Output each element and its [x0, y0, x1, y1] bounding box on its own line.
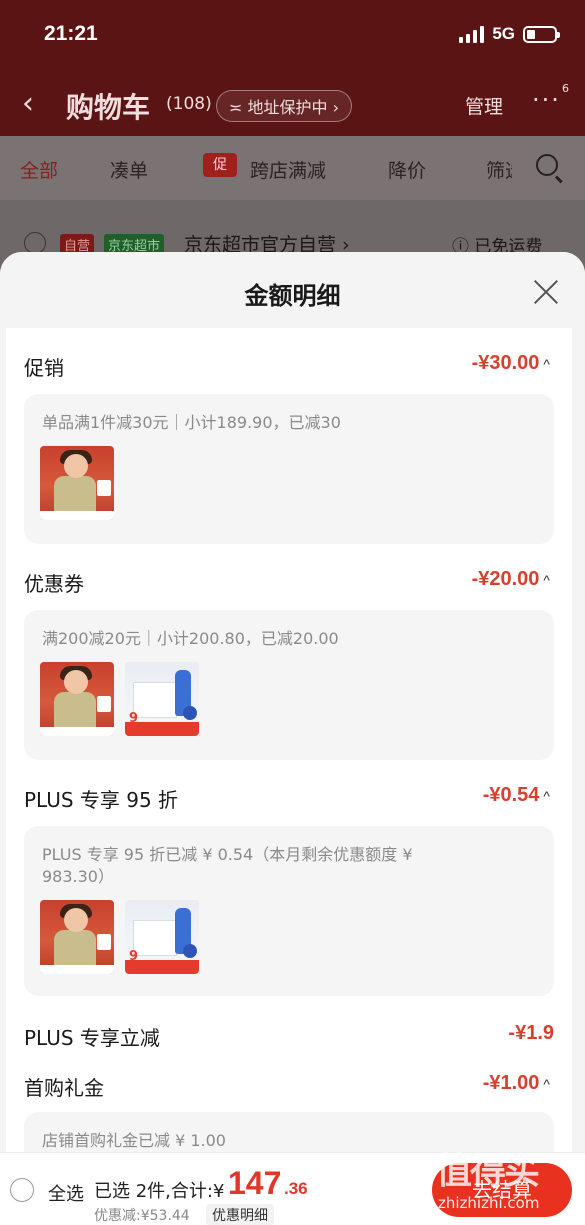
coupon-card: 满200减20元｜小计200.80，已减20.00 9 — [24, 610, 554, 760]
network-label: 5G — [492, 24, 515, 43]
search-icon[interactable] — [536, 154, 558, 176]
store-select-radio[interactable] — [24, 232, 46, 254]
page-title: 购物车 — [66, 91, 151, 124]
discount-detail-button[interactable]: 优惠明细 — [206, 1204, 274, 1225]
product-thumbnail-kids-jacket[interactable] — [40, 662, 114, 736]
clock: 21:21 — [44, 22, 98, 45]
section-title-plus-instant: PLUS 专享立减 — [24, 1026, 160, 1050]
promotion-card: 单品满1件减30元｜小计189.90，已减30 — [24, 394, 554, 544]
product-thumbnail-kids-jacket[interactable] — [40, 900, 114, 974]
product-thumbnail-kids-jacket[interactable] — [40, 446, 114, 520]
product-thumbnail-water[interactable]: 9 — [125, 900, 199, 974]
select-all-radio[interactable] — [10, 1178, 34, 1202]
tab-bundle[interactable]: 凑单 — [110, 156, 148, 183]
section-amount-plus-discount[interactable]: -¥0.54 ^ — [483, 784, 550, 807]
sheet-title: 金额明细 — [244, 282, 341, 310]
section-amount-plus-instant: -¥1.9 — [508, 1022, 554, 1044]
watermark-domain: zhizhizhi.com — [438, 1194, 540, 1212]
section-amount-first-purchase[interactable]: -¥1.00 ^ — [483, 1072, 550, 1095]
amount-text: -¥1.00 — [482, 1072, 540, 1094]
tab-all[interactable]: 全部 — [20, 156, 58, 183]
chevron-up-icon: ^ — [543, 788, 550, 804]
battery-icon — [523, 25, 560, 43]
plus-discount-desc: PLUS 专享 95 折已减 ¥ 0.54（本月剩余优惠额度 ¥ 983.30） — [42, 845, 413, 886]
status-icons: 5G — [459, 24, 560, 44]
address-protection-button[interactable]: ≍ 地址保护中 › — [216, 90, 352, 122]
amount-detail-sheet: 金额明细 促销 -¥30.00 ^ 单品满1件减30元｜小计189.90，已减30… — [0, 252, 585, 1225]
watermark: 值得买 zhizhizhi.com — [436, 1140, 576, 1220]
sheet-header: 金额明细 — [0, 252, 585, 328]
status-bar: 21:21 5G — [0, 0, 585, 72]
total-price-integer: 147 — [228, 1165, 282, 1201]
amount-text: -¥20.00 — [471, 568, 540, 590]
tab-filter[interactable]: 筛选 — [486, 156, 512, 183]
more-icon[interactable]: ··· — [532, 86, 561, 114]
plus-discount-card: PLUS 专享 95 折已减 ¥ 0.54（本月剩余优惠额度 ¥ 983.30）… — [24, 826, 554, 996]
sheet-content: 促销 -¥30.00 ^ 单品满1件减30元｜小计189.90，已减30 优惠券 … — [6, 328, 572, 1192]
cart-count: (108) — [166, 94, 212, 114]
select-all-label[interactable]: 全选 — [48, 1180, 84, 1206]
chevron-up-icon: ^ — [543, 356, 550, 372]
chevron-up-icon: ^ — [543, 1076, 550, 1092]
tab-cross-store[interactable]: 跨店满减 — [250, 156, 326, 183]
back-button[interactable]: ‹ — [22, 86, 34, 121]
manage-button[interactable]: 管理 — [465, 92, 503, 119]
total-price-decimal: .36 — [284, 1179, 308, 1198]
signal-icon — [459, 25, 485, 43]
promo-tag: 促 — [203, 153, 237, 177]
section-title-plus-discount[interactable]: PLUS 专享 95 折 — [24, 784, 178, 813]
promotion-desc: 单品满1件减30元｜小计189.90，已减30 — [42, 413, 341, 432]
amount-text: -¥30.00 — [471, 352, 540, 374]
notification-badge: 6 — [562, 82, 569, 95]
section-amount-promotion[interactable]: -¥30.00 ^ — [472, 352, 550, 375]
section-title-coupon[interactable]: 优惠券 — [24, 568, 84, 597]
close-icon[interactable] — [530, 276, 562, 308]
selected-summary: 已选 2件,合计:¥ — [94, 1181, 225, 1202]
section-title-promotion[interactable]: 促销 — [24, 352, 64, 381]
amount-text: -¥0.54 — [482, 784, 540, 806]
filter-tabs: 全部 凑单 促 跨店满减 降价 筛选 — [0, 136, 585, 200]
nav-bar: ‹ 购物车 (108) ≍ 地址保护中 › 管理 ··· 6 — [0, 72, 585, 136]
chevron-up-icon: ^ — [543, 572, 550, 588]
coupon-desc: 满200减20元｜小计200.80，已减20.00 — [42, 629, 339, 648]
product-thumbnail-water[interactable]: 9 — [125, 662, 199, 736]
section-amount-coupon[interactable]: -¥20.00 ^ — [472, 568, 550, 591]
discount-total: 优惠减:¥53.44 — [94, 1208, 190, 1224]
watermark-logo: 值得买 — [436, 1151, 540, 1192]
section-title-first-purchase[interactable]: 首购礼金 — [24, 1072, 104, 1101]
tab-price-drop[interactable]: 降价 — [388, 156, 426, 183]
